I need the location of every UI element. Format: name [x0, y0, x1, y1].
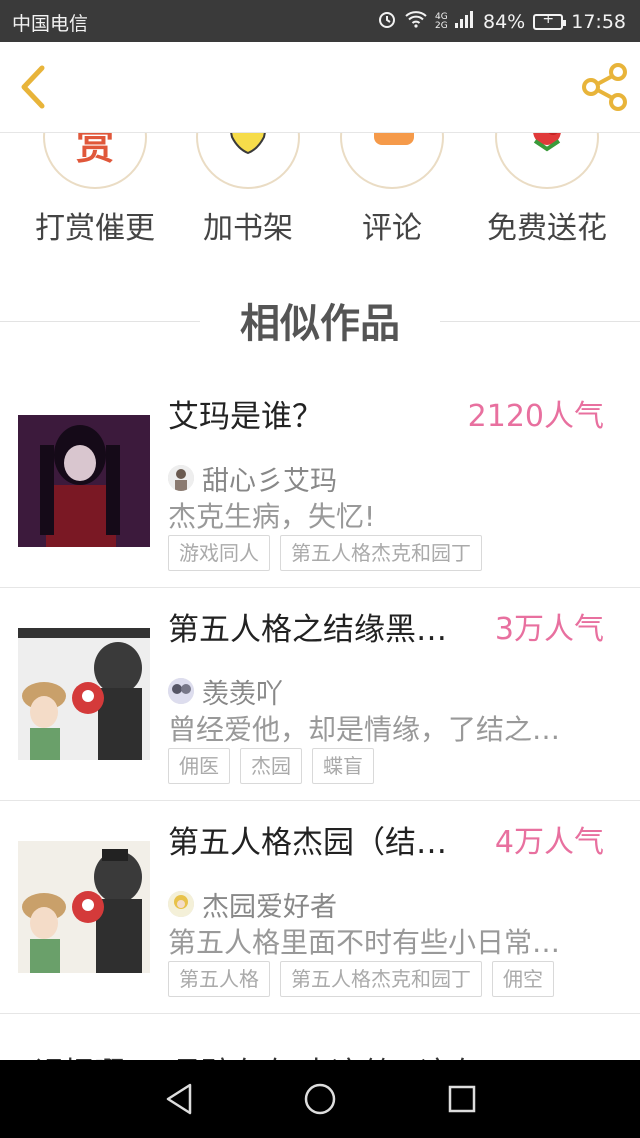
tag[interactable]: 杰园	[240, 748, 302, 784]
comment-label: 评论	[362, 211, 422, 246]
send-flower-label: 免费送花	[487, 211, 607, 246]
author-row: 杰园爱好者	[168, 887, 337, 923]
status-bar: 中国电信 4G 2G 84% 17:58	[0, 0, 640, 42]
work-title: 误把啊73 月醉在右 木这丝8 这在	[34, 1048, 480, 1060]
work-description: 第五人格里面不时有些小日常…	[168, 926, 561, 959]
top-header	[0, 42, 640, 133]
system-navigation-bar	[0, 1060, 640, 1138]
tag[interactable]: 佣空	[492, 961, 554, 997]
wifi-icon	[405, 10, 427, 33]
similar-works-header: 相似作品	[0, 300, 640, 356]
author-name: 甜心彡艾玛	[202, 465, 337, 497]
triangle-back-icon	[166, 1083, 192, 1115]
tag[interactable]: 佣医	[168, 748, 230, 784]
tag-list: 佣医 杰园 蝶盲	[168, 748, 374, 784]
network-type: 4G 2G	[435, 11, 448, 31]
battery-percent: 84%	[483, 10, 526, 33]
nav-recents-button[interactable]	[442, 1079, 482, 1119]
chevron-left-icon	[21, 65, 45, 109]
add-bookshelf-label: 加书架	[203, 211, 293, 246]
square-recents-icon	[448, 1085, 476, 1113]
tag-list: 游戏同人 第五人格杰克和园丁	[168, 535, 482, 571]
work-description: 杰克生病，失忆!	[168, 500, 376, 533]
work-title: 第五人格杰园（结…	[168, 825, 447, 861]
share-icon	[582, 63, 627, 111]
nav-home-button[interactable]	[300, 1079, 340, 1119]
avatar	[168, 891, 194, 917]
author-row: 甜心彡艾玛	[168, 461, 337, 497]
list-item[interactable]: 第五人格之结缘黑… 3万人气 羡羡吖 曾经爱他，却是情缘，了结之… 佣医 杰园 …	[0, 588, 640, 801]
tag[interactable]: 蝶盲	[312, 748, 374, 784]
cover-image	[18, 415, 150, 547]
back-button[interactable]	[14, 62, 54, 112]
author-row: 羡羡吖	[168, 674, 283, 710]
battery-icon	[533, 11, 567, 30]
carrier-name: 中国电信	[12, 13, 89, 35]
tag[interactable]: 第五人格杰克和园丁	[280, 535, 482, 571]
popularity-count: 3万人气	[494, 612, 604, 647]
circle-home-icon	[304, 1083, 336, 1115]
list-item[interactable]: 艾玛是谁？ 2120人气 甜心彡艾玛 杰克生病，失忆! 游戏同人 第五人格杰克和…	[0, 375, 640, 588]
list-item[interactable]: 第五人格杰园（结… 4万人气 杰园爱好者 第五人格里面不时有些小日常… 第五人格…	[0, 801, 640, 1014]
author-name: 杰园爱好者	[202, 891, 337, 923]
work-title: 第五人格之结缘黑…	[168, 612, 447, 648]
tag[interactable]: 第五人格	[168, 961, 270, 997]
cover-image	[18, 841, 150, 973]
avatar	[168, 678, 194, 704]
work-description: 曾经爱他，却是情缘，了结之…	[168, 713, 561, 746]
cover-image	[18, 628, 150, 760]
avatar	[168, 465, 194, 491]
tag[interactable]: 游戏同人	[168, 535, 270, 571]
section-title: 相似作品	[224, 301, 416, 347]
popularity-count: 2120人气	[467, 399, 604, 434]
reward-label: 打赏催更	[35, 211, 155, 246]
popularity-count: 4万人气	[494, 825, 604, 860]
share-button[interactable]	[580, 62, 630, 112]
tag[interactable]: 第五人格杰克和园丁	[280, 961, 482, 997]
status-icons: 4G 2G 84% 17:58	[377, 9, 626, 34]
signal-icon	[455, 10, 475, 33]
work-title: 艾玛是谁？	[168, 399, 323, 435]
tag-list: 第五人格 第五人格杰克和园丁 佣空	[168, 961, 554, 997]
similar-works-list: 艾玛是谁？ 2120人气 甜心彡艾玛 杰克生病，失忆! 游戏同人 第五人格杰克和…	[0, 375, 640, 1014]
author-name: 羡羡吖	[202, 678, 283, 710]
list-item-partial[interactable]: 误把啊73 月醉在右 木这丝8 这在	[0, 1016, 640, 1060]
clock: 17:58	[571, 10, 626, 33]
alarm-icon	[377, 9, 397, 34]
nav-back-button[interactable]	[160, 1079, 200, 1119]
